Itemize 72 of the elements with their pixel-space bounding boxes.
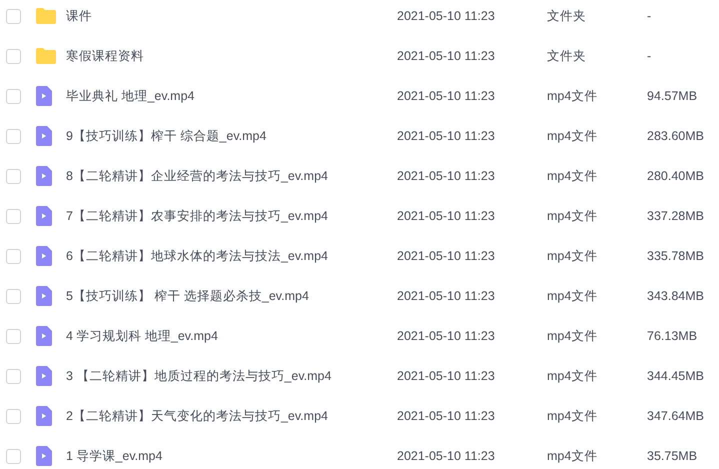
modified-date: 2021-05-10 11:23 [397, 329, 496, 343]
file-size: 94.57MB [647, 89, 698, 103]
file-name[interactable]: 8【二轮精讲】企业经营的考法与技巧_ev.mp4 [66, 168, 397, 184]
file-size: 337.28MB [647, 209, 705, 223]
file-name[interactable]: 毕业典礼 地理_ev.mp4 [66, 88, 397, 104]
file-size: 35.75MB [647, 449, 698, 463]
file-name[interactable]: 1 导学课_ev.mp4 [66, 448, 397, 464]
file-size: 343.84MB [647, 289, 705, 303]
file-size: 344.45MB [647, 369, 705, 383]
file-name[interactable]: 6【二轮精讲】地球水体的考法与技法_ev.mp4 [66, 248, 397, 264]
checkbox[interactable] [6, 8, 21, 24]
video-file-icon [36, 286, 52, 306]
video-file-icon [36, 406, 52, 426]
modified-date: 2021-05-10 11:23 [397, 129, 496, 143]
video-file-icon [36, 366, 52, 386]
file-type: mp4文件 [547, 208, 598, 224]
file-name[interactable]: 3 【二轮精讲】地质过程的考法与技巧_ev.mp4 [66, 368, 397, 384]
modified-date: 2021-05-10 11:23 [397, 449, 496, 463]
checkbox[interactable] [6, 88, 21, 104]
file-size: 76.13MB [647, 329, 698, 343]
checkbox[interactable] [6, 208, 21, 224]
file-type: mp4文件 [547, 88, 598, 104]
file-type: mp4文件 [547, 168, 598, 184]
modified-date: 2021-05-10 11:23 [397, 209, 496, 223]
file-name[interactable]: 寒假课程资料 [66, 48, 397, 64]
modified-date: 2021-05-10 11:23 [397, 49, 496, 63]
file-type: mp4文件 [547, 448, 598, 464]
file-name[interactable]: 7【二轮精讲】农事安排的考法与技巧_ev.mp4 [66, 208, 397, 224]
video-file-icon [36, 206, 52, 226]
video-file-icon [36, 246, 52, 266]
file-type: mp4文件 [547, 328, 598, 344]
video-file-icon [36, 86, 52, 106]
folder-icon [36, 48, 56, 64]
file-type: mp4文件 [547, 408, 598, 424]
checkbox[interactable] [6, 288, 21, 304]
video-file-icon [36, 126, 52, 146]
modified-date: 2021-05-10 11:23 [397, 369, 496, 383]
modified-date: 2021-05-10 11:23 [397, 89, 496, 103]
folder-icon [36, 8, 56, 24]
video-file-icon [36, 446, 52, 466]
checkbox[interactable] [6, 168, 21, 184]
checkbox[interactable] [6, 48, 21, 64]
modified-date: 2021-05-10 11:23 [397, 169, 496, 183]
checkbox[interactable] [6, 368, 21, 384]
file-type: mp4文件 [547, 368, 598, 384]
file-type: mp4文件 [547, 248, 598, 264]
checkbox[interactable] [6, 248, 21, 264]
file-type: mp4文件 [547, 128, 598, 144]
file-type: mp4文件 [547, 288, 598, 304]
checkbox[interactable] [6, 448, 21, 464]
file-type: 文件夹 [547, 8, 587, 24]
modified-date: 2021-05-10 11:23 [397, 249, 496, 263]
file-size: - [647, 49, 652, 63]
video-file-icon [36, 166, 52, 186]
video-file-icon [36, 326, 52, 346]
modified-date: 2021-05-10 11:23 [397, 9, 496, 23]
file-type: 文件夹 [547, 48, 587, 64]
modified-date: 2021-05-10 11:23 [397, 409, 496, 423]
file-size: 335.78MB [647, 249, 705, 263]
file-name[interactable]: 课件 [66, 8, 397, 24]
file-name[interactable]: 5【技巧训练】 榨干 选择题必杀技_ev.mp4 [66, 288, 397, 304]
checkbox[interactable] [6, 408, 21, 424]
checkbox[interactable] [6, 128, 21, 144]
file-size: 280.40MB [647, 169, 705, 183]
file-size: 347.64MB [647, 409, 705, 423]
file-name[interactable]: 4 学习规划科 地理_ev.mp4 [66, 328, 397, 344]
file-name[interactable]: 2【二轮精讲】天气变化的考法与技巧_ev.mp4 [66, 408, 397, 424]
file-size: - [647, 9, 652, 23]
checkbox[interactable] [6, 328, 21, 344]
modified-date: 2021-05-10 11:23 [397, 289, 496, 303]
file-size: 283.60MB [647, 129, 705, 143]
file-name[interactable]: 9【技巧训练】榨干 综合题_ev.mp4 [66, 128, 397, 144]
